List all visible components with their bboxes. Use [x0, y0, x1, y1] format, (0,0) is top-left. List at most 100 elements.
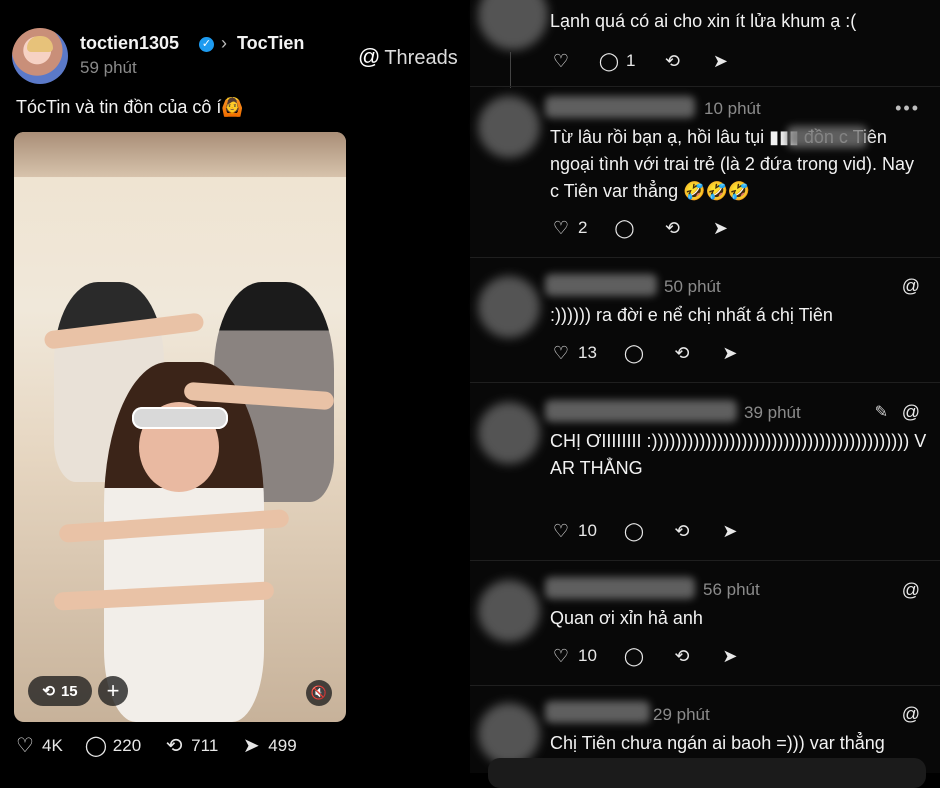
thread-line [510, 52, 511, 88]
post-username[interactable]: toctien1305 [80, 33, 179, 54]
repost-button[interactable]: ⟲ 711 [163, 735, 219, 757]
like-button[interactable]: ♡ 4K [14, 736, 63, 756]
comment-divider [470, 382, 940, 383]
blurred-username [545, 577, 695, 599]
reply-button[interactable]: ◯ [623, 520, 645, 542]
comment-button[interactable]: ◯ 220 [85, 736, 141, 756]
like-count: 10 [578, 521, 597, 540]
share-icon: ➤ [722, 645, 738, 666]
mute-icon[interactable]: 🔇 [306, 680, 332, 706]
reply-button[interactable]: ◯ [623, 645, 645, 667]
threads-icon: @ [358, 44, 381, 69]
repost-button[interactable]: ⟲ [671, 342, 693, 364]
comment-avatar[interactable] [478, 703, 540, 765]
comment-icon: ◯ [614, 217, 635, 238]
comment-avatar[interactable] [478, 402, 540, 464]
heart-icon: ♡ [552, 50, 570, 71]
like-button[interactable]: ♡ 13 [550, 342, 597, 364]
share-button[interactable]: ➤ [719, 342, 741, 364]
comment-count: 220 [112, 736, 142, 755]
comment-text: :)))))) ra đời e nể chị nhất á chị Tiên [550, 305, 833, 325]
repost-icon: ⟲ [674, 645, 690, 666]
comment-icon: ◯ [623, 342, 644, 363]
heart-icon: ♡ [552, 342, 570, 363]
reply-count: 1 [626, 51, 636, 70]
comment-time: 39 phút [744, 403, 801, 422]
repost-icon: ⟲ [674, 342, 690, 363]
post-actions: ♡ 4K ◯ 220 ⟲ 711 ➤ 499 [14, 736, 297, 756]
share-button[interactable]: ➤ [719, 520, 741, 542]
share-button[interactable]: ➤ 499 [240, 735, 297, 757]
blurred-username [545, 400, 737, 422]
reply-button[interactable]: ◯ [613, 217, 635, 239]
reply-composer[interactable] [488, 758, 926, 788]
repost-count: 711 [191, 736, 219, 755]
video-player[interactable]: ⟲ 15 + 🔇 [14, 132, 346, 722]
heart-icon: ♡ [552, 520, 570, 541]
like-button[interactable]: ♡ 2 [550, 217, 588, 239]
blurred-username [545, 274, 657, 296]
threads-label: Threads [384, 47, 458, 69]
share-icon: ➤ [242, 735, 260, 757]
blurred-word [787, 126, 867, 148]
share-icon: ➤ [712, 50, 729, 71]
like-button[interactable]: ♡ [550, 50, 572, 72]
comment-actions: ♡ 2 ◯ ⟲ ➤ [550, 217, 731, 239]
repost-icon: ⟲ [664, 217, 681, 238]
comment-text: Chị Tiên chưa ngán ai baoh =))) var thẳn… [550, 733, 885, 753]
share-button[interactable]: ➤ [719, 645, 741, 667]
comment-text: Quan ơi xỉn hả anh [550, 608, 703, 628]
threads-link[interactable]: @ Threads [358, 44, 458, 70]
repost-button[interactable]: ⟲ [661, 50, 683, 72]
threads-icon[interactable]: @ [902, 704, 920, 725]
like-count: 10 [578, 646, 597, 665]
add-button[interactable]: + [98, 676, 128, 706]
blurred-username [545, 96, 695, 118]
repost-icon: ⟲ [165, 735, 183, 757]
post-caption: TócTin và tin đồn của cô í🙆 [16, 97, 244, 117]
repost-button[interactable]: ⟲ [671, 520, 693, 542]
remix-button[interactable]: ⟲ 15 [28, 676, 92, 706]
share-icon: ➤ [722, 520, 738, 541]
comment-divider [470, 560, 940, 561]
repost-button[interactable]: ⟲ [661, 217, 683, 239]
post-time: 59 phút [80, 58, 137, 77]
reply-button[interactable]: ◯ 1 [598, 50, 636, 72]
like-button[interactable]: ♡ 10 [550, 645, 597, 667]
post-channel[interactable]: TocTien [237, 33, 304, 54]
reply-button[interactable]: ◯ [623, 342, 645, 364]
comment-avatar[interactable] [478, 276, 540, 338]
share-count: 499 [268, 736, 297, 755]
repost-button[interactable]: ⟲ [671, 645, 693, 667]
comment-avatar[interactable] [478, 580, 540, 642]
video-background [14, 132, 346, 177]
repost-icon: ⟲ [674, 520, 690, 541]
share-button[interactable]: ➤ [709, 217, 731, 239]
share-button[interactable]: ➤ [709, 50, 731, 72]
comment-icon: ◯ [598, 50, 620, 71]
more-icon[interactable]: ••• [895, 98, 920, 119]
comment-time: 10 phút [704, 99, 761, 118]
blurred-username [545, 701, 650, 723]
comment-actions: ♡ 13 ◯ ⟲ ➤ [550, 342, 741, 364]
threads-icon[interactable]: @ [902, 276, 920, 297]
comment-avatar[interactable] [478, 96, 540, 158]
comment-divider [470, 685, 940, 686]
post-panel: toctien1305 ✓ › TocTien 59 phút @ Threads… [0, 0, 470, 773]
edit-icon[interactable]: ✎ [875, 402, 888, 422]
comment-divider [470, 86, 940, 87]
comment-time: 50 phút [664, 277, 721, 296]
heart-icon: ♡ [16, 735, 34, 757]
threads-icon[interactable]: @ [902, 580, 920, 601]
threads-icon[interactable]: @ [902, 402, 920, 423]
video-sunglasses [132, 407, 228, 429]
avatar[interactable] [12, 28, 68, 84]
comment-text: Lạnh quá có ai cho xin ít lửa khum ạ :( [550, 11, 857, 31]
chevron-right-icon: › [221, 33, 227, 53]
like-button[interactable]: ♡ 10 [550, 520, 597, 542]
comment-text: CHỊ ƠIIIIIIII :)))))))))))))))))))))))))… [550, 431, 927, 478]
verified-icon: ✓ [199, 37, 214, 52]
comment-divider [470, 257, 940, 258]
comment-time: 56 phút [703, 580, 760, 599]
repost-icon: ⟲ [42, 683, 55, 700]
